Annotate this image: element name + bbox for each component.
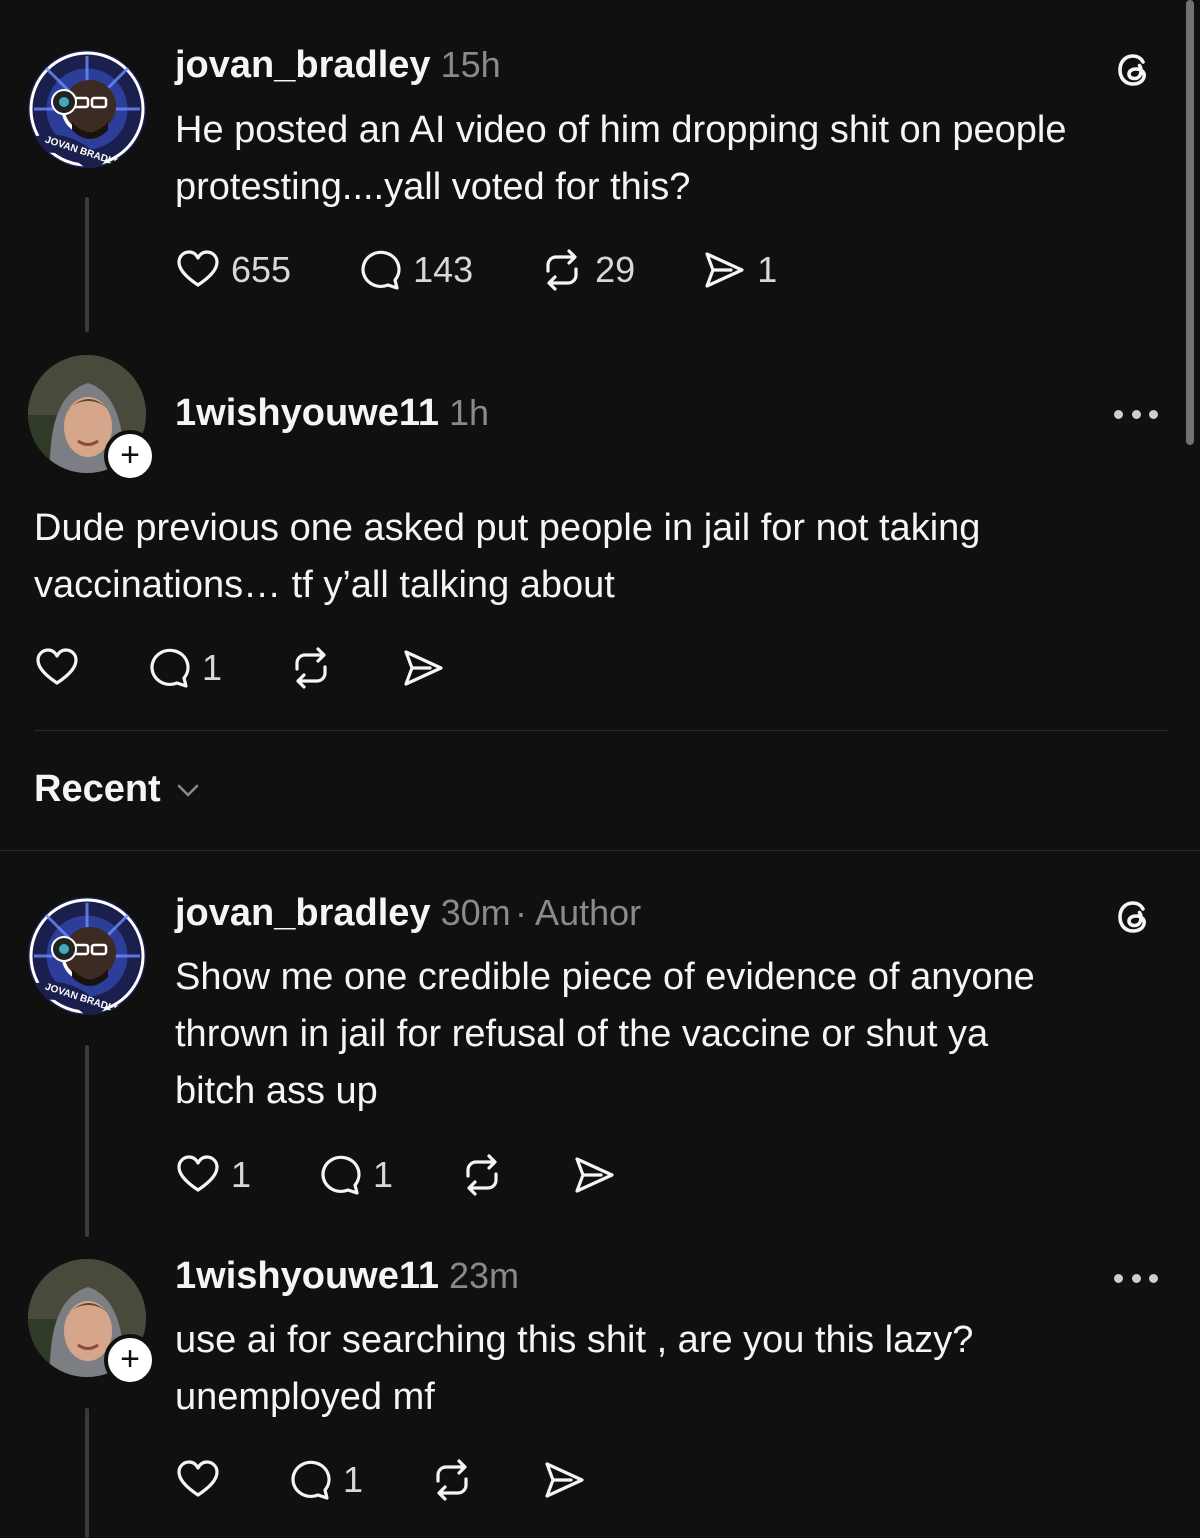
follow-plus-icon[interactable]: + [104, 1334, 156, 1386]
repost-icon [436, 1459, 468, 1501]
heart-icon [36, 648, 78, 685]
post-body: Show me one credible piece of evidence o… [175, 949, 1035, 1120]
post-text-line: bitch ass up [175, 1070, 378, 1112]
thread-line [85, 197, 89, 332]
sort-label: Recent [34, 768, 161, 810]
avatar-jovan-bradley[interactable]: JOVAN BRADLEY [28, 50, 146, 168]
repost-button[interactable] [459, 1152, 505, 1198]
share-button[interactable]: 1 [701, 247, 777, 293]
like-button[interactable] [175, 1457, 221, 1503]
post-text-line: use ai for searching this shit , are you… [175, 1319, 974, 1361]
post-actions: 1 1 [175, 1150, 673, 1200]
share-icon [705, 252, 744, 288]
repost-icon [295, 647, 327, 689]
post-text-line: Show me one credible piece of evidence o… [175, 956, 1035, 998]
threads-logo-icon[interactable] [1112, 48, 1156, 92]
threads-logo-icon[interactable] [1112, 895, 1156, 939]
like-button[interactable] [34, 645, 80, 691]
post-text-line: thrown in jail for refusal of the vaccin… [175, 1013, 989, 1055]
post-header: 1wishyouwe11 1h [175, 392, 489, 435]
comment-button[interactable]: 143 [357, 247, 473, 293]
more-icon[interactable] [1114, 1272, 1158, 1284]
scrollbar[interactable] [1186, 0, 1194, 445]
comment-icon [321, 1155, 361, 1195]
username[interactable]: 1wishyouwe11 [175, 1255, 439, 1297]
share-button[interactable] [571, 1152, 617, 1198]
repost-button[interactable]: 29 [539, 247, 635, 293]
heart-icon [177, 250, 219, 287]
timestamp: 30m [440, 892, 511, 933]
comment-count: 1 [202, 647, 223, 688]
comment-count: 143 [413, 249, 474, 290]
post-header: jovan_bradley 30m · Author [175, 892, 641, 935]
post-text-line: vaccinations… tf y’all talking about [34, 564, 615, 606]
share-button[interactable] [541, 1457, 587, 1503]
thread-line [85, 1408, 89, 1538]
share-icon [545, 1462, 584, 1498]
username[interactable]: 1wishyouwe11 [175, 392, 439, 434]
repost-icon [546, 249, 578, 291]
chevron-down-icon [177, 784, 198, 797]
post-text-line: Dude previous one asked put people in ja… [34, 507, 981, 549]
more-icon[interactable] [1114, 408, 1158, 420]
divider [0, 850, 1200, 851]
post-text-line: unemployed mf [175, 1376, 435, 1418]
post-text-line: He posted an AI video of him dropping sh… [175, 109, 1067, 151]
share-icon [575, 1157, 614, 1193]
author-tag: · Author [515, 892, 642, 933]
like-count: 655 [231, 249, 292, 290]
post-header: jovan_bradley 15h [175, 44, 501, 87]
like-button[interactable]: 655 [175, 247, 291, 293]
repost-icon [466, 1154, 498, 1196]
share-button[interactable] [400, 645, 446, 691]
post-body: He posted an AI video of him dropping sh… [175, 102, 1067, 216]
post-header: 1wishyouwe11 23m [175, 1255, 519, 1298]
repost-button[interactable] [288, 645, 334, 691]
post-actions: 1 [34, 643, 502, 693]
username[interactable]: jovan_bradley [175, 44, 431, 86]
heart-icon [177, 1460, 219, 1497]
timestamp: 1h [449, 392, 490, 433]
heart-icon [177, 1155, 219, 1192]
timestamp: 23m [449, 1255, 520, 1296]
post-body: use ai for searching this shit , are you… [175, 1312, 973, 1426]
post-actions: 1 [175, 1455, 643, 1505]
comment-icon [361, 250, 401, 290]
follow-plus-icon[interactable]: + [104, 430, 156, 482]
timestamp: 15h [440, 44, 501, 85]
share-icon [404, 650, 443, 686]
comment-count: 1 [343, 1459, 364, 1500]
comment-button[interactable]: 1 [287, 1457, 363, 1503]
comment-button[interactable]: 1 [317, 1152, 393, 1198]
comment-count: 1 [373, 1154, 394, 1195]
thread-line [85, 1045, 89, 1237]
divider [34, 730, 1168, 731]
like-button[interactable]: 1 [175, 1152, 251, 1198]
avatar-jovan-bradley[interactable]: JOVAN BRADLEY [28, 897, 146, 1015]
like-count: 1 [231, 1154, 252, 1195]
username[interactable]: jovan_bradley [175, 892, 431, 934]
comment-button[interactable]: 1 [146, 645, 222, 691]
post-actions: 655 143 29 1 [175, 245, 833, 295]
repost-button[interactable] [429, 1457, 475, 1503]
comment-icon [150, 648, 190, 688]
share-count: 1 [757, 249, 778, 290]
post-body: Dude previous one asked put people in ja… [34, 500, 980, 614]
sort-dropdown[interactable]: Recent [34, 768, 203, 811]
comment-icon [291, 1460, 331, 1500]
post-text-line: protesting....yall voted for this? [175, 166, 691, 208]
repost-count: 29 [595, 249, 636, 290]
